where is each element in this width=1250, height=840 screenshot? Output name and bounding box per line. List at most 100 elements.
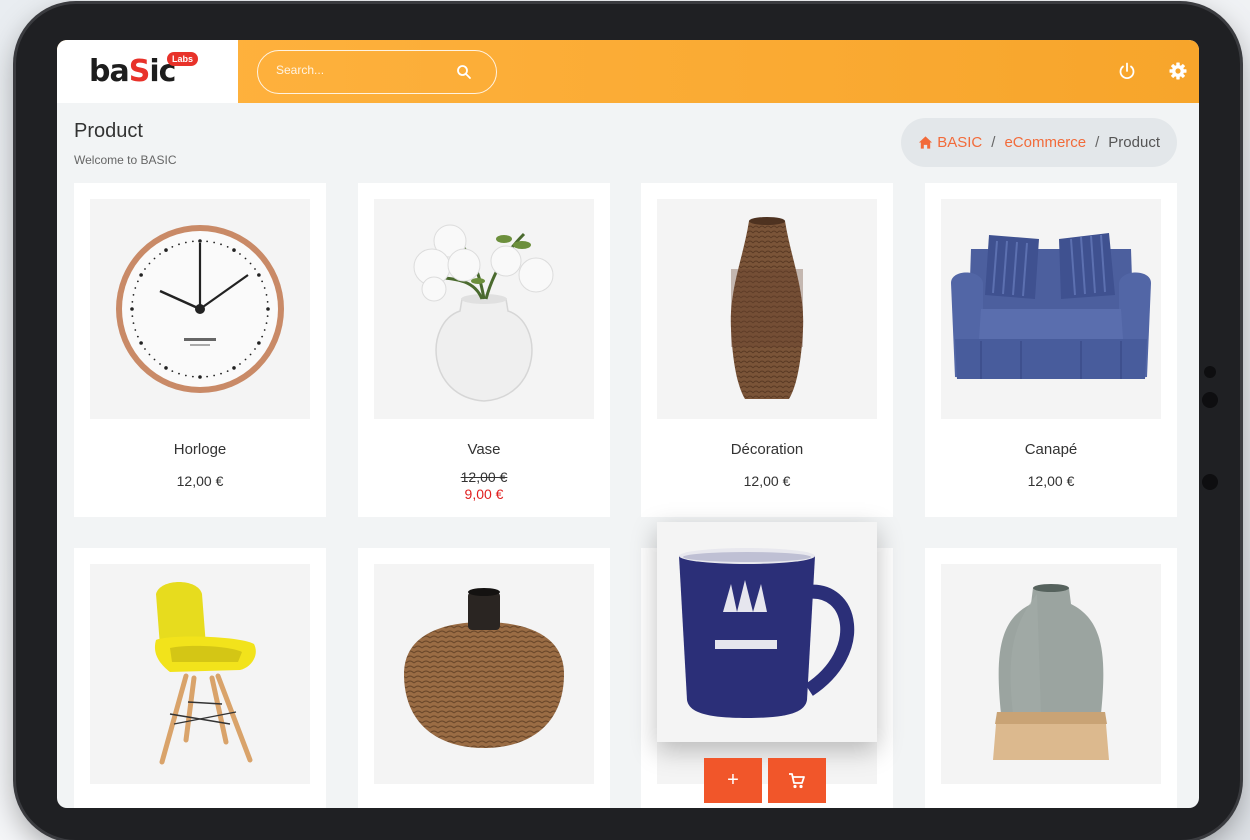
breadcrumb-separator: / <box>1095 134 1100 151</box>
clock-tick <box>232 248 236 252</box>
clock-tick <box>206 375 209 378</box>
clock-tick <box>144 348 146 350</box>
product-card-horloge[interactable]: Horloge 12,00 € <box>74 183 326 517</box>
clock-tick <box>153 358 156 361</box>
product-price: 12,00 € <box>1027 473 1075 489</box>
clock-tick <box>266 300 269 303</box>
page-subtitle: Welcome to BASIC <box>74 153 177 167</box>
clock-tick <box>171 370 174 373</box>
clock-tick <box>159 253 161 255</box>
clock-tick <box>198 375 202 379</box>
chair-image <box>154 582 256 765</box>
clock-tick <box>139 341 143 345</box>
side-button <box>1204 366 1216 378</box>
side-button <box>1202 474 1218 490</box>
clock-tick <box>144 268 146 270</box>
clock-tick <box>191 375 194 378</box>
breadcrumb-ecommerce[interactable]: eCommerce <box>1004 134 1086 151</box>
home-icon[interactable] <box>918 135 933 150</box>
clock-tick <box>139 273 143 277</box>
add-to-cart-button[interactable] <box>768 758 826 803</box>
clock-tick <box>131 315 134 318</box>
product-price: 12,00 € <box>176 473 224 489</box>
product-card-canape[interactable]: Canapé 12,00 € <box>925 183 1177 517</box>
product-name[interactable]: Horloge <box>74 441 326 458</box>
mug-image <box>679 548 855 718</box>
armchair-image <box>951 233 1151 379</box>
logo[interactable]: baSic Labs <box>57 40 238 103</box>
product-old-price: 12,00 € <box>460 469 508 485</box>
clock-tick <box>257 273 261 277</box>
clock-tick <box>254 348 256 350</box>
clock-tick <box>136 280 139 283</box>
clock-tick <box>184 241 187 244</box>
clock-tick <box>184 374 187 377</box>
clock-image <box>116 225 284 393</box>
vase-image <box>413 224 554 402</box>
product-hover-image[interactable] <box>657 522 877 742</box>
product-image[interactable] <box>90 199 310 419</box>
top-bar: baSic Labs <box>57 40 1199 103</box>
product-card[interactable] <box>358 548 610 808</box>
clock-tick <box>134 287 137 289</box>
rope-vase-image <box>730 217 804 399</box>
clock-tick <box>213 374 216 377</box>
clock-tick <box>164 248 168 252</box>
cart-icon <box>789 772 805 788</box>
product-name[interactable]: Canapé <box>925 441 1177 458</box>
clock-tick <box>131 300 134 303</box>
clock-tick <box>148 353 151 356</box>
clock-tick <box>266 315 269 318</box>
clock-tick <box>265 293 268 296</box>
clock-tick <box>198 239 202 243</box>
clock-tick <box>220 243 222 246</box>
product-image[interactable] <box>90 564 310 784</box>
breadcrumb: BASIC / eCommerce / Product <box>901 118 1177 167</box>
clock-tick <box>159 363 161 365</box>
add-to-compare-button[interactable]: + <box>704 758 762 803</box>
breadcrumb-home[interactable]: BASIC <box>937 134 982 151</box>
search-box[interactable] <box>257 50 497 94</box>
clock-tick <box>239 363 241 365</box>
clock-tick <box>254 268 256 270</box>
search-input[interactable] <box>276 63 446 77</box>
search-icon[interactable] <box>456 64 472 80</box>
clock-tick <box>261 335 264 338</box>
product-image[interactable] <box>941 564 1161 784</box>
product-image[interactable] <box>657 199 877 419</box>
clock-tick <box>261 280 264 283</box>
clock-tick <box>263 329 266 331</box>
clock-tick <box>132 293 135 296</box>
product-card[interactable] <box>925 548 1177 808</box>
product-image[interactable] <box>374 564 594 784</box>
rope-pot-image <box>404 588 564 748</box>
clock-tick <box>171 245 174 248</box>
product-card[interactable] <box>74 548 326 808</box>
clock-tick <box>191 240 194 243</box>
gear-icon[interactable] <box>1167 60 1189 82</box>
clock-tick <box>153 257 156 260</box>
clock-tick <box>148 262 151 265</box>
product-name[interactable]: Vase <box>358 441 610 458</box>
clock-tick <box>134 329 137 331</box>
clock-tick <box>244 257 247 260</box>
side-button <box>1202 392 1218 408</box>
clock-tick <box>263 287 266 289</box>
product-sale-price: 9,00 € <box>464 486 504 502</box>
product-image[interactable] <box>941 199 1161 419</box>
clock-tick <box>220 372 222 375</box>
clock-tick <box>213 241 216 244</box>
clock-tick <box>249 262 252 265</box>
product-name[interactable]: Décoration <box>641 441 893 458</box>
product-card-vase[interactable]: Vase 12,00 € 9,00 € <box>358 183 610 517</box>
clock-tick <box>136 335 139 338</box>
product-card-decoration[interactable]: Décoration 12,00 € <box>641 183 893 517</box>
clock-tick <box>257 341 261 345</box>
product-image[interactable] <box>374 199 594 419</box>
breadcrumb-current: Product <box>1108 134 1160 151</box>
clock-tick <box>226 245 229 248</box>
power-icon[interactable] <box>1116 60 1138 82</box>
clock-tick <box>206 240 209 243</box>
product-price: 12,00 € <box>743 473 791 489</box>
clock-tick <box>178 243 180 246</box>
